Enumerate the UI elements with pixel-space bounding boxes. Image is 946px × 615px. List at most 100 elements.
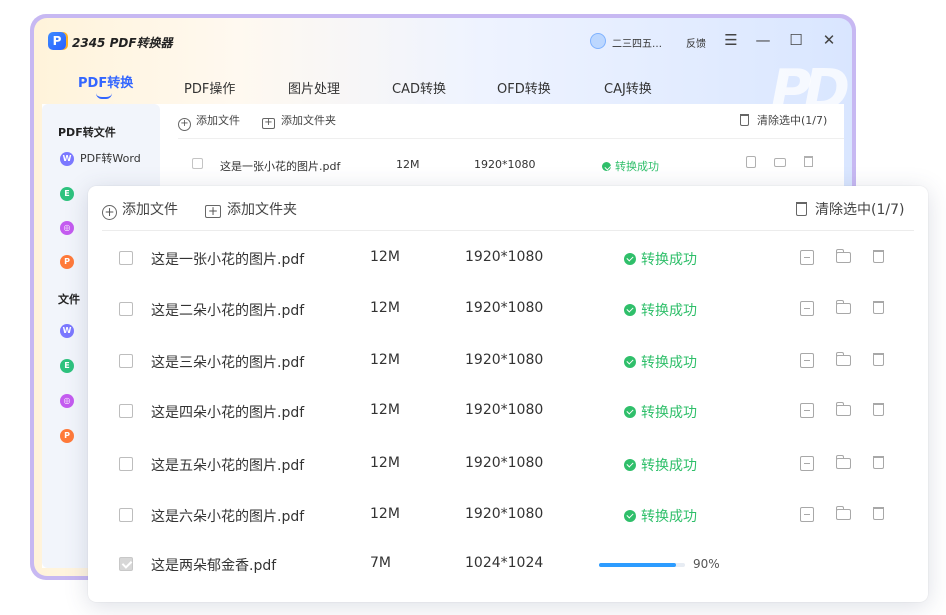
title-bar: P 2345 PDF转换器 二三四五… 反馈 ☰ — ☐ ✕ xyxy=(34,18,852,64)
check-circle-icon xyxy=(602,162,611,171)
tab-pdf-convert[interactable]: PDF转换 xyxy=(78,72,133,91)
file-size: 12M xyxy=(370,402,400,418)
add-folder-button[interactable]: + 添加文件夹 xyxy=(205,199,297,219)
clear-selected-button[interactable]: 清除选中(1/7) xyxy=(796,199,904,219)
sidebar-item-image-2[interactable]: ◎ xyxy=(60,394,80,408)
word-icon: W xyxy=(60,324,74,338)
trash-icon[interactable] xyxy=(873,403,884,416)
sidebar-item-pdf-to-word[interactable]: W PDF转Word xyxy=(60,150,141,166)
file-name: 这是四朵小花的图片.pdf xyxy=(151,405,305,421)
button-label: 添加文件 xyxy=(122,202,178,218)
active-tab-indicator xyxy=(96,93,112,99)
trash-icon[interactable] xyxy=(873,507,884,520)
add-file-button[interactable]: + 添加文件 xyxy=(102,199,178,220)
table-row: 这是四朵小花的图片.pdf 12M 1920*1080 转换成功 xyxy=(88,396,928,426)
user-name[interactable]: 二三四五… xyxy=(612,35,662,50)
trash-icon[interactable] xyxy=(873,353,884,366)
file-size: 12M xyxy=(370,352,400,368)
user-avatar[interactable] xyxy=(590,33,606,49)
row-checkbox[interactable] xyxy=(119,354,133,368)
back-add-folder-button[interactable]: + 添加文件夹 xyxy=(262,112,336,129)
check-circle-icon xyxy=(624,304,636,316)
row-checkbox[interactable] xyxy=(119,404,133,418)
image-icon: ◎ xyxy=(60,221,74,235)
check-circle-icon xyxy=(624,356,636,368)
excel-icon: E xyxy=(60,359,74,373)
open-file-icon[interactable] xyxy=(800,456,814,471)
row-checkbox[interactable] xyxy=(119,251,133,265)
app-title: 2345 PDF转换器 xyxy=(72,36,173,50)
open-file-icon[interactable] xyxy=(800,250,814,265)
row-checkbox[interactable] xyxy=(119,457,133,471)
folder-icon[interactable] xyxy=(836,455,851,469)
divider xyxy=(102,230,914,231)
tab-cad-convert[interactable]: CAD转换 xyxy=(392,78,446,97)
open-file-icon[interactable] xyxy=(800,403,814,418)
folder-icon[interactable] xyxy=(836,402,851,416)
minimize-icon[interactable]: — xyxy=(752,29,774,51)
sidebar-item-ppt[interactable]: P xyxy=(60,255,80,269)
file-name: 这是二朵小花的图片.pdf xyxy=(151,303,305,319)
file-toolbar: + 添加文件 + 添加文件夹 清除选中(1/7) xyxy=(102,199,914,223)
tab-pdf-operations[interactable]: PDF操作 xyxy=(184,78,235,97)
back-toolbar: + 添加文件 + 添加文件夹 清除选中(1/7) xyxy=(178,112,844,132)
sidebar-item-word[interactable]: W xyxy=(60,324,80,338)
trash-icon[interactable] xyxy=(873,250,884,263)
trash-icon[interactable] xyxy=(873,301,884,314)
plus-square-icon: + xyxy=(262,118,275,129)
file-resolution: 1920*1080 xyxy=(465,506,544,522)
back-add-file-button[interactable]: + 添加文件 xyxy=(178,112,240,131)
file-size: 12M xyxy=(370,455,400,471)
status-label: 转换成功 xyxy=(624,352,697,372)
folder-icon[interactable] xyxy=(774,158,786,167)
button-label: 添加文件夹 xyxy=(227,202,297,218)
sidebar-item-excel[interactable]: E xyxy=(60,187,80,201)
row-checkbox[interactable] xyxy=(119,557,133,571)
status-text: 转换成功 xyxy=(641,509,697,525)
status-label: 转换成功 xyxy=(624,455,697,475)
progress-percent: 90% xyxy=(693,557,720,571)
row-checkbox[interactable] xyxy=(119,302,133,316)
row-checkbox[interactable] xyxy=(192,158,203,169)
button-label: 添加文件夹 xyxy=(281,114,336,127)
open-file-icon[interactable] xyxy=(746,156,756,168)
file-name: 这是一张小花的图片.pdf xyxy=(220,160,341,173)
table-row: 这是一张小花的图片.pdf 12M 1920*1080 转换成功 xyxy=(178,154,844,174)
file-size: 12M xyxy=(396,158,420,171)
menu-icon[interactable]: ☰ xyxy=(720,29,742,51)
sidebar-section-file: 文件 xyxy=(58,293,80,306)
open-file-icon[interactable] xyxy=(800,507,814,522)
sidebar-item-ppt-2[interactable]: P xyxy=(60,429,80,443)
maximize-icon[interactable]: ☐ xyxy=(785,29,807,51)
file-resolution: 1920*1080 xyxy=(465,249,544,265)
ppt-icon: P xyxy=(60,429,74,443)
folder-icon[interactable] xyxy=(836,506,851,520)
feedback-link[interactable]: 反馈 xyxy=(686,35,706,50)
open-file-icon[interactable] xyxy=(800,301,814,316)
ppt-icon: P xyxy=(60,255,74,269)
sidebar-section-pdf-to-file: PDF转文件 xyxy=(58,126,116,139)
plus-square-icon: + xyxy=(205,205,221,218)
trash-icon[interactable] xyxy=(873,456,884,469)
close-icon[interactable]: ✕ xyxy=(818,29,840,51)
file-resolution: 1920*1080 xyxy=(465,352,544,368)
check-circle-icon xyxy=(624,253,636,265)
table-row: 这是六朵小花的图片.pdf 12M 1920*1080 转换成功 xyxy=(88,500,928,530)
row-checkbox[interactable] xyxy=(119,508,133,522)
trash-icon xyxy=(740,114,749,126)
tab-ofd-convert[interactable]: OFD转换 xyxy=(497,78,551,97)
tab-caj-convert[interactable]: CAJ转换 xyxy=(604,78,652,97)
sidebar-item-excel-2[interactable]: E xyxy=(60,359,80,373)
back-clear-button[interactable]: 清除选中(1/7) xyxy=(740,112,827,128)
folder-icon[interactable] xyxy=(836,249,851,263)
folder-icon[interactable] xyxy=(836,300,851,314)
open-file-icon[interactable] xyxy=(800,353,814,368)
status-label: 转换成功 xyxy=(624,402,697,422)
tab-image-processing[interactable]: 图片处理 xyxy=(288,78,340,97)
check-circle-icon xyxy=(624,406,636,418)
sidebar-item-image[interactable]: ◎ xyxy=(60,221,80,235)
table-row: 这是三朵小花的图片.pdf 12M 1920*1080 转换成功 xyxy=(88,346,928,376)
trash-icon[interactable] xyxy=(804,156,813,167)
file-resolution: 1920*1080 xyxy=(465,455,544,471)
folder-icon[interactable] xyxy=(836,352,851,366)
